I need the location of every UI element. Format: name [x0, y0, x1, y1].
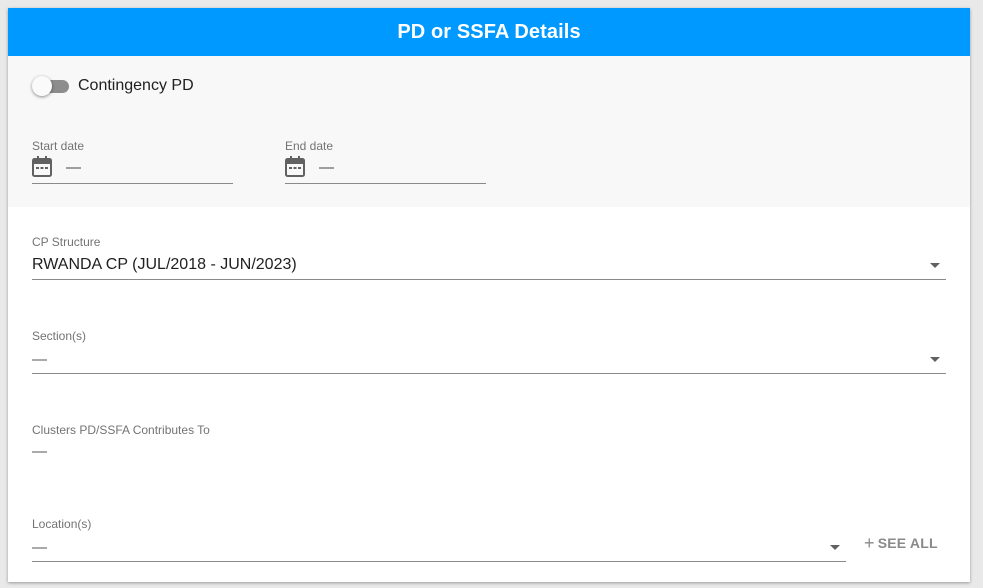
sections-label: Section(s): [32, 329, 87, 343]
cp-structure-field: CP Structure RWANDA CP (JUL/2018 - JUN/2…: [32, 235, 946, 280]
sections-field: Section(s) —: [32, 329, 946, 374]
contingency-pd-label: Contingency PD: [78, 77, 194, 94]
chevron-down-icon[interactable]: [930, 356, 940, 362]
dates-section: Contingency PD Start date — End date —: [8, 56, 970, 207]
end-date-input[interactable]: —: [285, 156, 486, 184]
sections-value: —: [32, 350, 47, 368]
clusters-field: Clusters PD/SSFA Contributes To —: [32, 423, 946, 461]
plus-icon: +: [864, 533, 875, 553]
clusters-value-wrap: —: [32, 443, 946, 461]
clusters-value: —: [32, 443, 47, 460]
start-date-value: —: [66, 158, 81, 176]
locations-select[interactable]: —: [32, 533, 846, 562]
toggle-thumb[interactable]: [32, 76, 52, 96]
contingency-pd-toggle[interactable]: [32, 76, 70, 96]
calendar-icon[interactable]: [32, 156, 52, 178]
chevron-down-icon[interactable]: [830, 544, 840, 550]
start-date-field: Start date —: [32, 139, 233, 184]
see-all-button[interactable]: + SEE ALL: [864, 533, 938, 553]
locations-label: Location(s): [32, 517, 92, 531]
pd-ssfa-details-card: PD or SSFA Details Contingency PD Start …: [8, 8, 970, 582]
card-title: PD or SSFA Details: [397, 20, 581, 43]
locations-value: —: [32, 538, 47, 556]
cp-structure-select[interactable]: RWANDA CP (JUL/2018 - JUN/2023): [32, 251, 946, 280]
start-date-label: Start date: [32, 139, 85, 153]
start-date-input[interactable]: —: [32, 156, 233, 184]
chevron-down-icon[interactable]: [930, 262, 940, 268]
end-date-field: End date —: [285, 139, 486, 184]
calendar-icon[interactable]: [285, 156, 305, 178]
end-date-label: End date: [285, 139, 334, 153]
cp-structure-label: CP Structure: [32, 235, 101, 249]
clusters-label: Clusters PD/SSFA Contributes To: [32, 423, 210, 437]
see-all-label: SEE ALL: [877, 535, 938, 551]
end-date-value: —: [319, 158, 334, 176]
card-header: PD or SSFA Details: [8, 8, 970, 56]
contingency-toggle-row: Contingency PD: [32, 76, 194, 96]
locations-field: Location(s) —: [32, 517, 846, 562]
cp-structure-value: RWANDA CP (JUL/2018 - JUN/2023): [32, 256, 297, 273]
sections-select[interactable]: —: [32, 345, 946, 374]
